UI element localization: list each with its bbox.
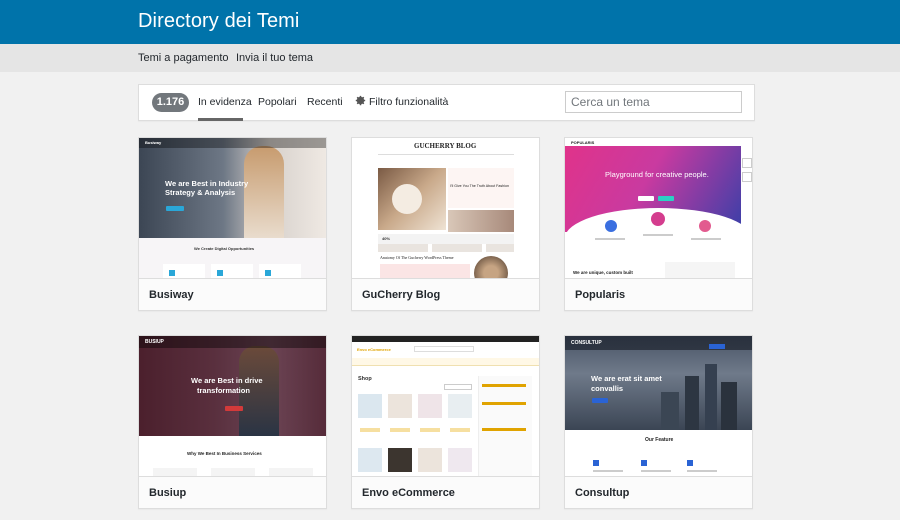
theme-name[interactable]: Busiup: [139, 476, 326, 508]
preview-hero: Playground for creative people.: [605, 170, 709, 179]
nav-link-submit-theme[interactable]: Invia il tuo tema: [236, 52, 313, 64]
gear-icon: [355, 95, 366, 106]
preview-post-title: I'll Give You The Truth About Fashion: [450, 184, 509, 188]
tab-popular[interactable]: Popolari: [258, 96, 297, 108]
theme-screenshot[interactable]: POPULARIS Playground for creative people…: [565, 138, 752, 278]
page-title: Directory dei Temi: [138, 10, 300, 32]
sub-navigation: Temi a pagamento Invia il tuo tema: [0, 44, 900, 72]
tab-featured[interactable]: In evidenza: [198, 96, 252, 108]
theme-card-busiway[interactable]: Busiway We are Best in Industry Strategy…: [138, 137, 327, 311]
preview-logo: Busiway: [145, 140, 162, 145]
theme-count-badge: 1.176: [152, 93, 189, 112]
theme-screenshot[interactable]: CONSULTUP We are erat sit amet convallis…: [565, 336, 752, 476]
preview-button: [592, 398, 608, 403]
theme-screenshot[interactable]: BUSIUP We are Best in drive transformati…: [139, 336, 326, 476]
theme-screenshot[interactable]: GUCHERRY BLOG I'll Give You The Truth Ab…: [352, 138, 539, 278]
theme-card-popularis[interactable]: POPULARIS Playground for creative people…: [564, 137, 753, 311]
theme-name[interactable]: Popularis: [565, 278, 752, 310]
theme-name[interactable]: Busiway: [139, 278, 326, 310]
theme-card-envo-ecommerce[interactable]: Envo eCommerce Shop Envo eCommerce: [351, 335, 540, 509]
active-tab-indicator: [198, 118, 243, 121]
preview-tagline: We are unique, custom built: [573, 270, 633, 275]
preview-button: [225, 406, 243, 411]
preview-post-title-2: Anatomy Of The Gucherry WordPress Theme: [380, 255, 454, 260]
preview-section-title: We Create Digital Opportunities: [194, 246, 255, 251]
preview-button: [166, 206, 184, 211]
theme-screenshot[interactable]: Busiway We are Best in Industry Strategy…: [139, 138, 326, 278]
preview-section-title: Our Feature: [645, 437, 674, 443]
feature-filter-button[interactable]: Filtro funzionalità: [369, 96, 448, 108]
preview-button-2: [658, 196, 674, 201]
preview-hero-line1: We are Best in drive: [191, 376, 263, 385]
theme-name[interactable]: Consultup: [565, 476, 752, 508]
preview-heading: Shop: [358, 376, 372, 382]
preview-button: [638, 196, 654, 201]
preview-hero-line2: convallis: [591, 384, 624, 393]
preview-hero-line2: Strategy & Analysis: [165, 188, 236, 197]
filter-bar: 1.176 In evidenza Popolari Recenti Filtr…: [138, 84, 755, 121]
theme-card-gucherry-blog[interactable]: GUCHERRY BLOG I'll Give You The Truth Ab…: [351, 137, 540, 311]
preview-label: 40%: [382, 236, 391, 241]
theme-name[interactable]: GuCherry Blog: [352, 278, 539, 310]
theme-card-busiup[interactable]: BUSIUP We are Best in drive transformati…: [138, 335, 327, 509]
preview-logo: Envo eCommerce: [357, 347, 391, 352]
preview-logo: GUCHERRY BLOG: [414, 142, 477, 150]
preview-hero-line1: We are Best in Industry: [165, 179, 249, 188]
theme-card-consultup[interactable]: CONSULTUP We are erat sit amet convallis…: [564, 335, 753, 509]
preview-logo: CONSULTUP: [571, 340, 602, 346]
preview-logo: BUSIUP: [145, 339, 164, 345]
theme-search-input[interactable]: [565, 91, 742, 113]
theme-name[interactable]: Envo eCommerce: [352, 476, 539, 508]
theme-screenshot[interactable]: Envo eCommerce Shop: [352, 336, 539, 476]
nav-link-paid-themes[interactable]: Temi a pagamento: [138, 52, 229, 64]
tab-recent[interactable]: Recenti: [307, 96, 343, 108]
preview-hero-line2: transformation: [197, 386, 250, 395]
preview-hero-line1: We are erat sit amet: [591, 374, 662, 383]
preview-logo: POPULARIS: [571, 140, 595, 145]
top-header: Directory dei Temi: [0, 0, 900, 44]
preview-section-title: Why We Best In Business Services: [187, 451, 262, 456]
